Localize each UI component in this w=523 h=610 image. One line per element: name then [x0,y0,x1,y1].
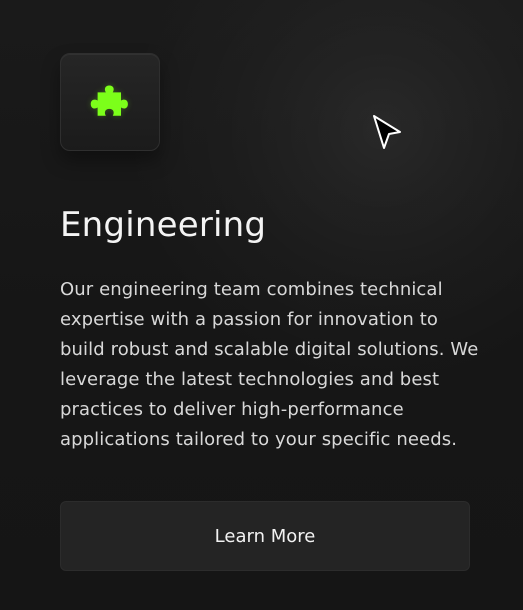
puzzle-piece-icon [90,85,128,116]
card-description: Our engineering team combines technical … [60,279,479,450]
card-title: Engineering [60,205,267,245]
icon-tile [60,53,160,151]
mouse-pointer-icon [373,115,401,149]
learn-more-button[interactable]: Learn More [60,501,470,571]
engineering-card: Engineering Our engineering team combine… [0,0,523,610]
